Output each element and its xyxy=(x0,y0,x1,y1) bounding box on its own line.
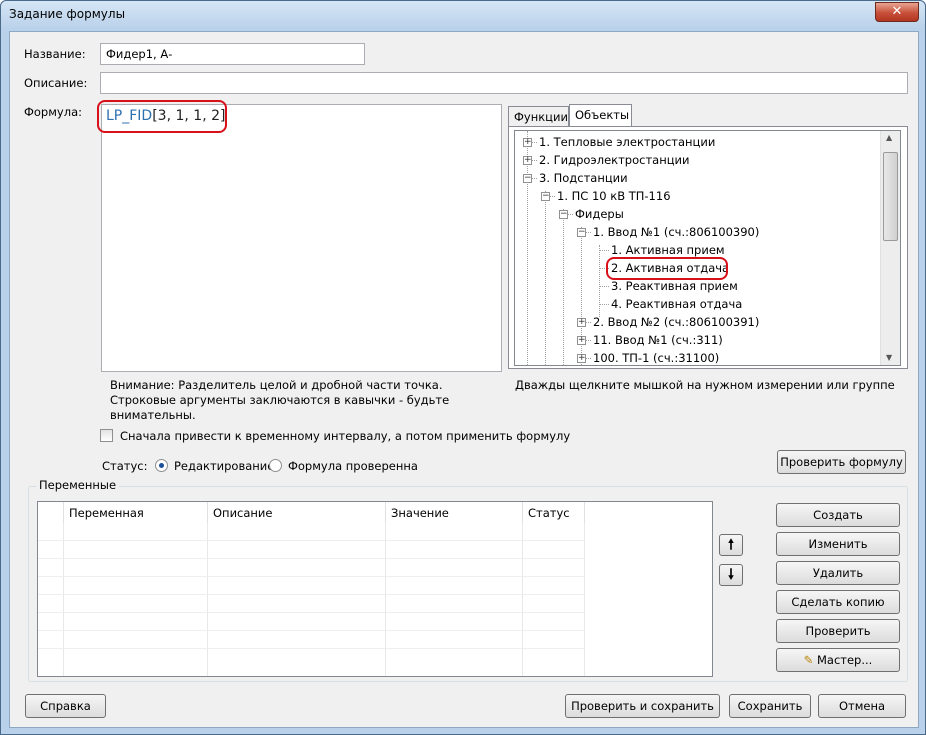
scroll-thumb[interactable] xyxy=(883,152,898,241)
table-row-line xyxy=(38,594,585,595)
formula-label: Формула: xyxy=(24,105,82,119)
collapse-icon[interactable]: − xyxy=(577,228,586,237)
interval-checkbox-label: Сначала привести к временному интервалу,… xyxy=(120,429,571,443)
save-button[interactable]: Сохранить xyxy=(729,694,811,718)
variables-table[interactable]: Переменная Описание Значение Статус xyxy=(37,501,713,677)
collapse-icon[interactable]: − xyxy=(541,192,550,201)
move-down-button[interactable]: 🠗 xyxy=(719,564,743,586)
edit-button[interactable]: Изменить xyxy=(776,532,900,556)
tree-item-label: 100. ТП-1 (сч.:31100) xyxy=(593,351,720,365)
tree-item-label: 2. Гидроэлектростанции xyxy=(539,153,690,167)
verify-button[interactable]: Проверить xyxy=(776,619,900,643)
cancel-button[interactable]: Отмена xyxy=(818,694,906,718)
expand-icon[interactable]: + xyxy=(523,138,532,147)
tree-item[interactable]: 4. Реактивная отдача xyxy=(515,295,885,313)
tree-item[interactable]: −1. Ввод №1 (сч.:806100390) xyxy=(515,223,885,241)
tree-item[interactable]: −3. Подстанции xyxy=(515,169,885,187)
status-verified-label: Формула проверенна xyxy=(288,459,418,473)
expand-icon[interactable]: + xyxy=(577,336,586,345)
wizard-button-label: Мастер... xyxy=(816,653,873,667)
status-editing-radio[interactable] xyxy=(155,459,168,472)
tree-item[interactable]: − Фидеры xyxy=(515,205,885,223)
description-field[interactable] xyxy=(100,72,908,94)
status-verified-radio[interactable] xyxy=(269,459,282,472)
separator-warning: Внимание: Разделитель целой и дробной ча… xyxy=(110,378,450,422)
tree-hint: Дважды щелкните мышкой на нужном измерен… xyxy=(515,378,895,392)
variables-group-label: Переменные xyxy=(36,478,120,492)
table-column xyxy=(386,522,523,676)
table-column xyxy=(38,522,64,676)
close-button[interactable]: ✕ xyxy=(875,2,919,22)
tree-connector xyxy=(599,304,609,305)
tree-item[interactable]: +2. Ввод №2 (сч.:806100391) xyxy=(515,313,885,331)
expand-icon[interactable]: + xyxy=(523,156,532,165)
column-variable[interactable]: Переменная xyxy=(64,502,208,522)
tree-item-label: 3. Подстанции xyxy=(539,171,628,185)
tree-item[interactable]: +11. Ввод №1 (сч.:311) xyxy=(515,331,885,349)
tree-item-label: 11. Ввод №1 (сч.:311) xyxy=(593,333,723,347)
tree-item-label: 4. Реактивная отдача xyxy=(611,297,743,311)
table-row-line xyxy=(38,648,585,649)
arrow-up-icon: 🠕 xyxy=(727,537,734,553)
wand-icon: ✎ xyxy=(803,653,814,667)
expand-icon[interactable]: + xyxy=(577,318,586,327)
tab-objects[interactable]: Объекты xyxy=(569,104,632,126)
table-header-cell xyxy=(38,502,64,522)
wizard-button[interactable]: ✎ Мастер... xyxy=(776,648,900,672)
table-row-line xyxy=(38,630,585,631)
tree-scrollbar[interactable]: ▲ ▼ xyxy=(880,131,900,365)
status-editing-label: Редактирование xyxy=(174,459,275,473)
dialog-client: Название: Фидер1, А- Описание: Формула: … xyxy=(9,31,919,728)
tree-item[interactable]: −1. ПС 10 кВ ТП-116 xyxy=(515,187,885,205)
delete-button[interactable]: Удалить xyxy=(776,561,900,585)
tree-item-label: Фидеры xyxy=(575,207,624,221)
tree-connector xyxy=(599,286,609,287)
status-label: Статус: xyxy=(102,459,148,473)
copy-button[interactable]: Сделать копию xyxy=(776,590,900,614)
formula-highlight-ring xyxy=(97,100,227,133)
tree-item[interactable]: +100. ТП-1 (сч.:31100) xyxy=(515,349,885,365)
table-row-line xyxy=(38,576,585,577)
help-button[interactable]: Справка xyxy=(25,694,106,718)
interval-checkbox[interactable] xyxy=(100,429,113,442)
move-up-button[interactable]: 🠕 xyxy=(719,534,743,556)
collapse-icon[interactable]: − xyxy=(559,210,568,219)
column-value[interactable]: Значение xyxy=(386,502,523,522)
column-status[interactable]: Статус xyxy=(523,502,585,522)
formula-editor[interactable]: LP_FID[3, 1, 1, 2] xyxy=(101,104,502,372)
arrow-down-icon: 🠗 xyxy=(727,567,734,583)
scroll-down-icon[interactable]: ▼ xyxy=(886,353,892,362)
title-bar[interactable]: Задание формулы ✕ xyxy=(1,1,925,29)
tree-item[interactable]: +2. Гидроэлектростанции xyxy=(515,151,885,169)
create-button[interactable]: Создать xyxy=(776,503,900,527)
tree-item-label: 1. ПС 10 кВ ТП-116 xyxy=(557,189,671,203)
name-label: Название: xyxy=(24,47,86,61)
table-column xyxy=(523,522,585,676)
tree-item-label: 1. Тепловые электростанции xyxy=(539,135,716,149)
objects-panel: +1. Тепловые электростанции +2. Гидроэлек… xyxy=(508,126,908,369)
table-row-line xyxy=(38,612,585,613)
table-column xyxy=(64,522,208,676)
tree-connector xyxy=(599,250,609,251)
tree-item[interactable]: +1. Тепловые электростанции xyxy=(515,133,885,151)
table-row-line xyxy=(38,558,585,559)
expand-icon[interactable]: + xyxy=(577,354,586,363)
scroll-up-icon[interactable]: ▲ xyxy=(886,133,892,142)
collapse-icon[interactable]: − xyxy=(523,174,532,183)
window-title: Задание формулы xyxy=(9,7,126,21)
column-description[interactable]: Описание xyxy=(208,502,386,522)
table-row-line xyxy=(38,540,585,541)
description-label: Описание: xyxy=(24,76,88,90)
tab-strip: Функции Объекты xyxy=(508,104,908,128)
name-field[interactable]: Фидер1, А- xyxy=(100,43,365,65)
table-column xyxy=(208,522,386,676)
tree-item-label: 2. Ввод №2 (сч.:806100391) xyxy=(593,315,760,329)
dialog-window: Задание формулы ✕ Название: Фидер1, А- О… xyxy=(0,0,926,735)
tab-functions[interactable]: Функции xyxy=(508,106,569,126)
objects-tree[interactable]: +1. Тепловые электростанции +2. Гидроэлек… xyxy=(514,130,901,366)
tree-item-highlight-ring xyxy=(606,257,728,280)
tree-item-label: 1. Ввод №1 (сч.:806100390) xyxy=(593,225,760,239)
check-and-save-button[interactable]: Проверить и сохранить xyxy=(565,694,720,718)
check-formula-button[interactable]: Проверить формулу xyxy=(777,450,906,474)
